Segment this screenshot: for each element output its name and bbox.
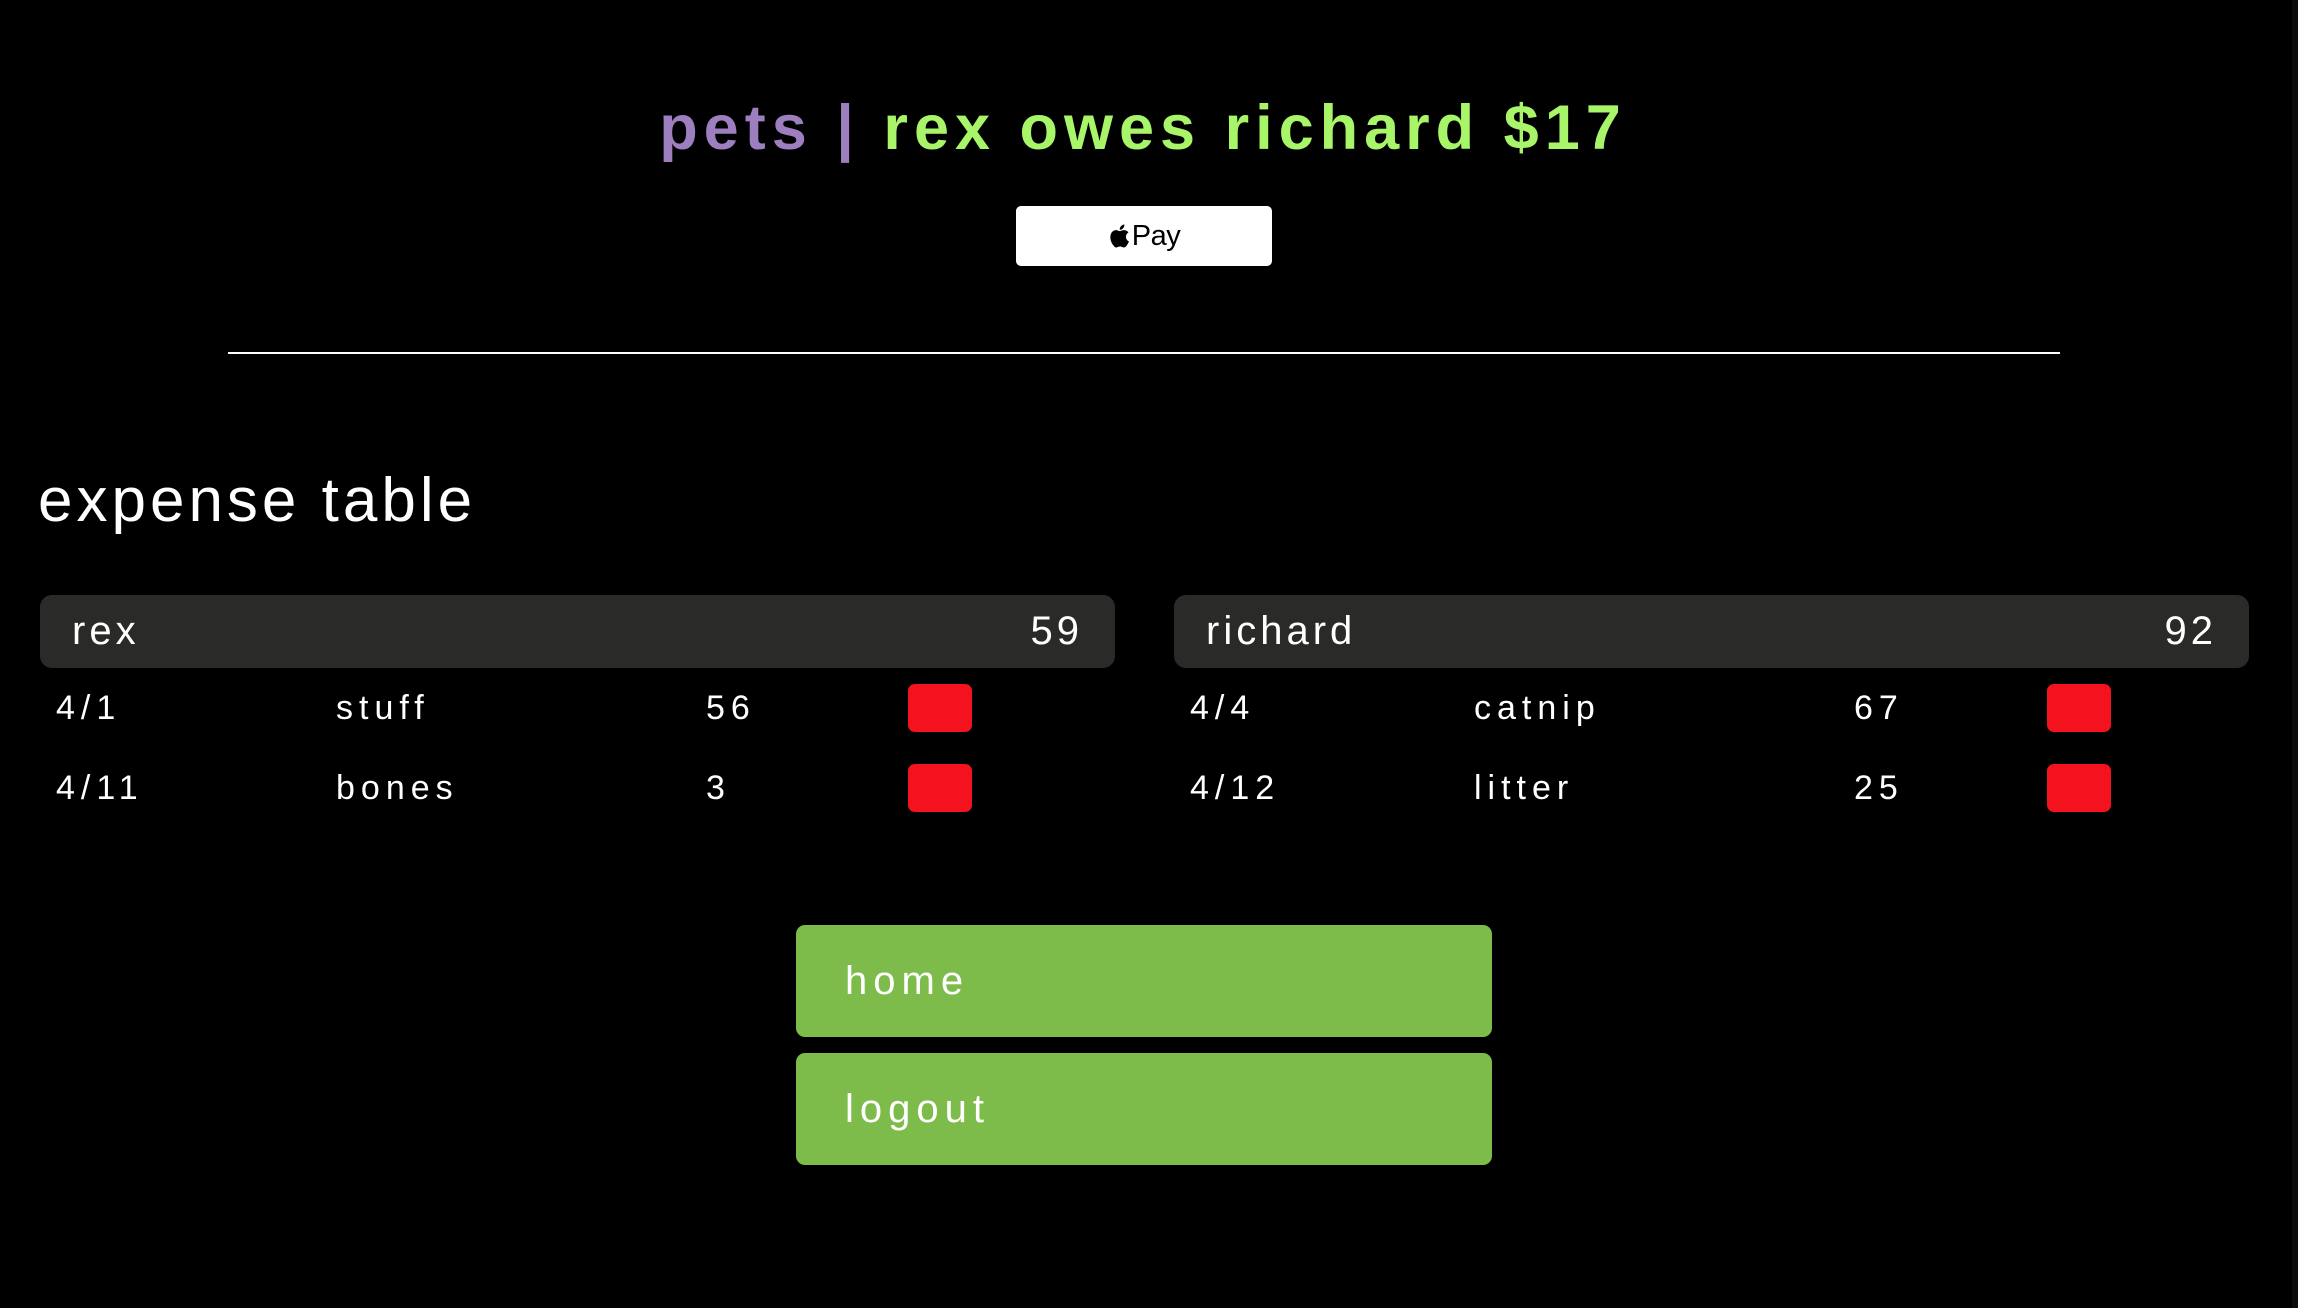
logout-button[interactable]: logout	[796, 1053, 1492, 1165]
owe-summary: rex owes richard $17	[883, 93, 1627, 163]
person-name: rex	[72, 609, 140, 653]
delete-expense-button[interactable]	[2047, 684, 2111, 732]
title-separator: |	[836, 93, 860, 163]
person-total: 92	[2164, 609, 2217, 653]
expense-amount: 67	[1854, 689, 1904, 727]
expense-date: 4/11	[56, 769, 144, 807]
person-total: 59	[1030, 609, 1083, 653]
delete-expense-button[interactable]	[908, 684, 972, 732]
apple-pay-label: Pay	[1131, 219, 1181, 252]
group-name: pets	[659, 93, 813, 163]
expense-row: 4/11 bones 3	[40, 748, 1115, 828]
apple-pay-button[interactable]: Pay	[1016, 206, 1272, 266]
expense-amount: 56	[706, 689, 756, 727]
person-name: richard	[1206, 609, 1357, 653]
person-header: richard 92	[1174, 595, 2249, 668]
expense-date: 4/1	[56, 689, 122, 727]
person-column-richard: richard 92 4/4 catnip 67 4/12 litter 25	[1174, 595, 2249, 828]
expense-item: catnip	[1474, 689, 1601, 727]
expense-date: 4/12	[1190, 769, 1281, 807]
apple-icon	[1110, 224, 1129, 248]
expense-date: 4/4	[1190, 689, 1256, 727]
expense-item: litter	[1474, 769, 1575, 807]
expense-amount: 3	[706, 769, 731, 807]
expense-table-title: expense table	[38, 466, 477, 535]
home-button[interactable]: home	[796, 925, 1492, 1037]
expense-row: 4/1 stuff 56	[40, 668, 1115, 748]
expense-row: 4/4 catnip 67	[1174, 668, 2249, 748]
expense-item: stuff	[336, 689, 430, 727]
page-title: pets | rex owes richard $17	[0, 88, 2286, 168]
scrollbar[interactable]	[2292, 0, 2298, 1308]
expense-amount: 25	[1854, 769, 1904, 807]
divider	[228, 352, 2060, 354]
person-column-rex: rex 59 4/1 stuff 56 4/11 bones 3	[40, 595, 1115, 828]
delete-expense-button[interactable]	[908, 764, 972, 812]
page: pets | rex owes richard $17 Pay expense …	[0, 0, 2298, 1308]
expense-item: bones	[336, 769, 459, 807]
expense-row: 4/12 litter 25	[1174, 748, 2249, 828]
person-header: rex 59	[40, 595, 1115, 668]
delete-expense-button[interactable]	[2047, 764, 2111, 812]
